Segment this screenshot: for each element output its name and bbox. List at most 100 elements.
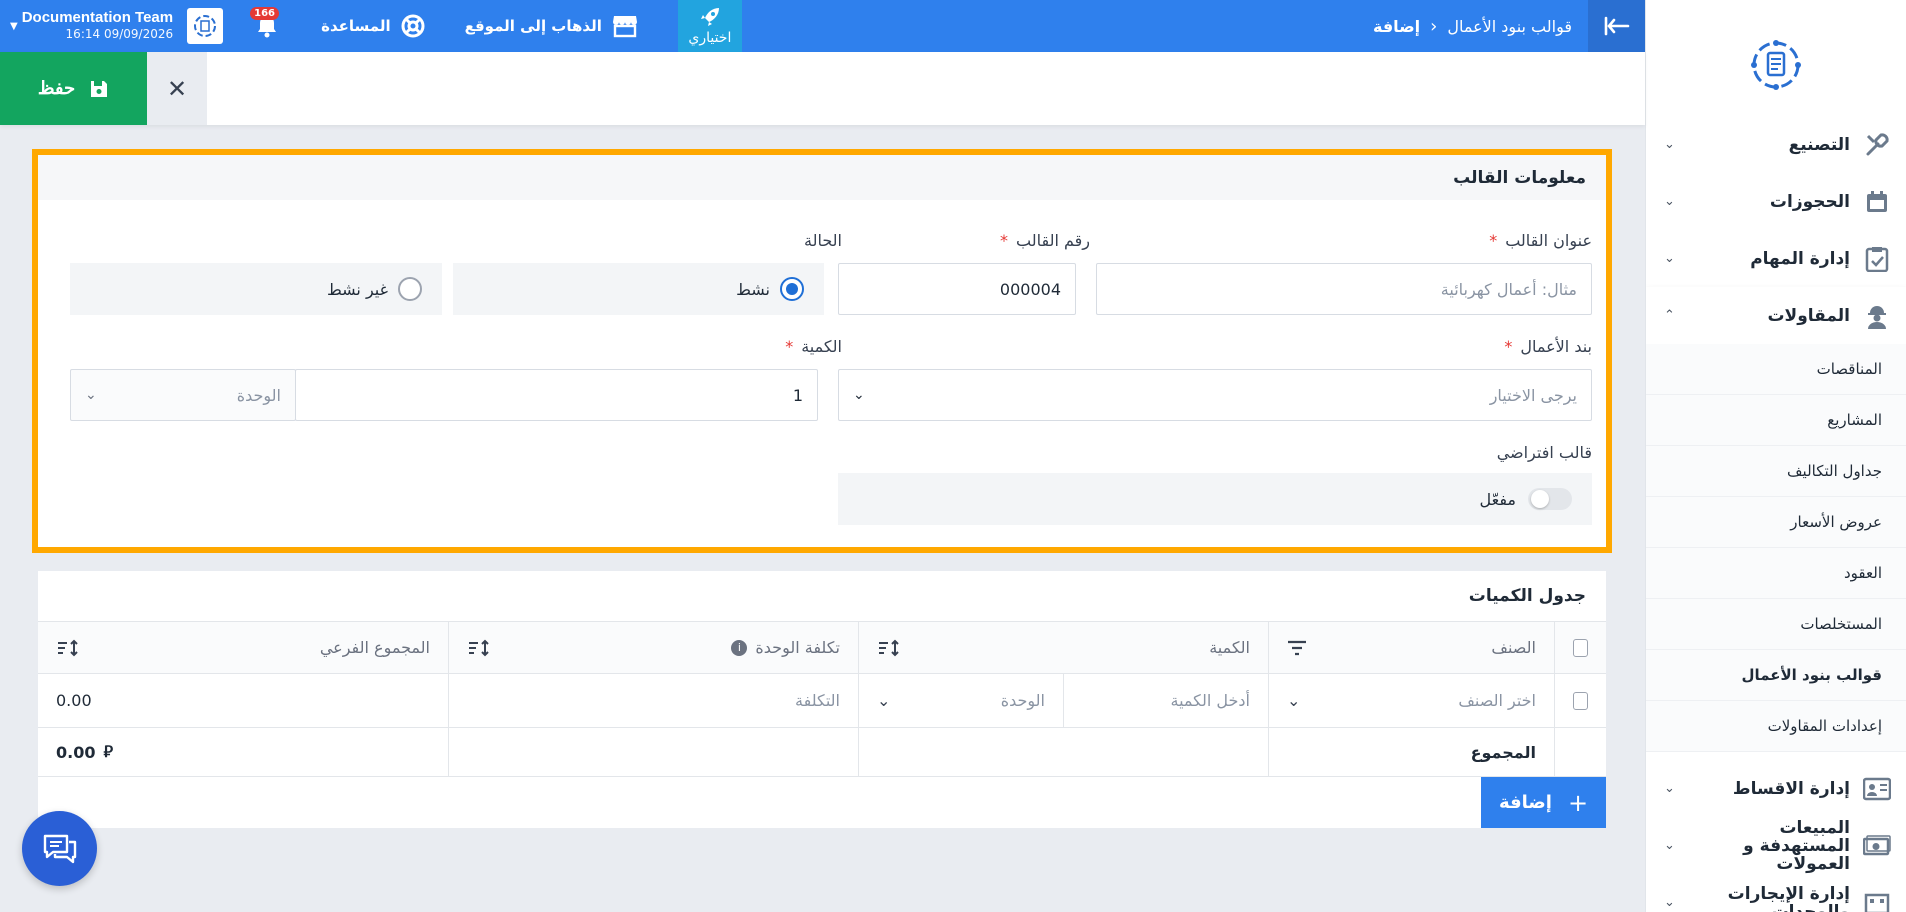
info-icon[interactable]: i [731, 639, 748, 656]
save-button[interactable]: حفظ [0, 52, 147, 125]
floppy-disk-icon [91, 80, 108, 97]
status-inactive-label: غير نشط [326, 279, 388, 299]
row-cost-input[interactable]: التكلفة [448, 674, 858, 727]
quantity-input[interactable]: 1 [295, 369, 818, 421]
filter-icon[interactable] [1287, 640, 1307, 656]
submenu-item-contracts[interactable]: العقود [1646, 548, 1906, 599]
sidebar-item-contracting[interactable]: المقاولات ⌃ [1646, 287, 1906, 344]
work-item-select[interactable]: يرجى الاختيار ⌄ [838, 369, 1592, 421]
row-select-cell [1554, 674, 1606, 727]
unit-select[interactable]: الوحدة ⌄ [70, 369, 296, 421]
total-quantity-cell [858, 728, 1268, 776]
shortcut-button[interactable]: اختياري [677, 0, 742, 52]
chevron-down-icon: ⌄ [1664, 251, 1675, 266]
section-title: معلومات القالب [38, 155, 1606, 200]
collapse-arrow-icon [1604, 16, 1629, 36]
chat-support-button[interactable] [22, 811, 97, 886]
org-logo [187, 8, 224, 44]
quantity-value: 1 [792, 385, 803, 405]
select-all-checkbox[interactable] [1573, 638, 1588, 657]
toggle-switch-icon [1528, 488, 1572, 510]
breadcrumb: قوالب بنود الأعمال ‹ إضافة [1373, 16, 1588, 37]
submenu-item-extracts[interactable]: المستخلصات [1646, 599, 1906, 650]
row-checkbox[interactable] [1573, 691, 1588, 710]
storefront-icon [612, 16, 637, 38]
sidebar-item-sales-targets[interactable]: المبيعات المستهدفة و العمولات ⌄ [1646, 817, 1906, 874]
submenu-item-contracting-settings[interactable]: إعدادات المقاولات [1646, 701, 1906, 752]
help-link[interactable]: المساعدة [321, 14, 425, 38]
breadcrumb-separator-icon: ‹ [1430, 15, 1438, 37]
default-template-toggle[interactable]: مفعّل [838, 473, 1592, 525]
plus-icon: + [1567, 788, 1589, 817]
sidebar-item-label: إدارة الاقساط [1732, 778, 1850, 799]
clipboard-check-icon [1862, 244, 1892, 274]
rocket-icon [700, 8, 719, 26]
user-datetime: 16:14 09/09/2026 [65, 27, 174, 41]
chat-bubble-icon [43, 834, 76, 863]
radio-empty-icon [398, 277, 422, 301]
item-select[interactable]: اختر الصنف ⌄ [1268, 674, 1554, 727]
unit-placeholder: الوحدة [236, 385, 281, 405]
chevron-down-icon: ⌄ [1664, 838, 1675, 853]
total-value: 0.00 [56, 742, 96, 762]
cost-placeholder: التكلفة [795, 691, 840, 710]
submenu-item-quotes[interactable]: عروض الأسعار [1646, 497, 1906, 548]
sidebar-item-rentals[interactable]: إدارة الإيجارات والوحدات ⌄ [1646, 874, 1906, 912]
required-marker: * [1000, 231, 1009, 250]
chevron-down-icon: ⌄ [1664, 895, 1675, 910]
item-placeholder: اختر الصنف [1458, 691, 1536, 710]
total-value-cell: ⃁ 0.00 [38, 728, 448, 776]
row-unit-select[interactable]: الوحدة ⌄ [858, 674, 1063, 727]
template-info-panel: معلومات القالب عنوان القالب * رقم القالب *… [32, 149, 1612, 553]
number-field-label: رقم القالب * [1000, 231, 1090, 250]
user-name: Documentation Team [21, 9, 174, 26]
sidebar-toggle-button[interactable] [1588, 0, 1645, 52]
sidebar-item-installments[interactable]: إدارة الاقساط ⌄ [1646, 760, 1906, 817]
chevron-down-icon: ⌄ [1664, 781, 1675, 796]
calendar-icon [1862, 187, 1892, 217]
breadcrumb-parent-link[interactable]: قوالب بنود الأعمال [1447, 17, 1572, 36]
user-menu[interactable]: ▼ Documentation Team 16:14 09/09/2026 [0, 8, 224, 44]
table-header-row: الصنف الكمية تكلفة الوحدة i المجموع الفر… [38, 621, 1606, 673]
notifications-button[interactable]: 166 [250, 7, 281, 41]
sidebar: التصنيع ⌄ الحجوزات ⌄ إدارة المهام ⌄ المق… [1645, 0, 1906, 912]
submenu-item-tenders[interactable]: المناقصات [1646, 344, 1906, 395]
add-label: إضافة [1498, 792, 1552, 813]
sort-icon[interactable] [467, 639, 489, 657]
status-inactive-option[interactable]: غير نشط [70, 263, 442, 315]
template-title-input[interactable]: مثال: أعمال كهربائية [1096, 263, 1592, 315]
select-all-cell [1554, 622, 1606, 673]
help-label: المساعدة [321, 17, 391, 35]
toggle-label: مفعّل [1479, 489, 1517, 509]
sidebar-item-bookings[interactable]: الحجوزات ⌄ [1646, 173, 1906, 230]
caret-down-icon: ▼ [10, 20, 18, 32]
chevron-up-icon: ⌃ [1664, 308, 1675, 323]
submenu-item-projects[interactable]: المشاريع [1646, 395, 1906, 446]
close-icon: ✕ [166, 74, 188, 103]
tools-icon [1862, 130, 1892, 160]
submenu-item-cost-tables[interactable]: جداول التكاليف [1646, 446, 1906, 497]
add-row-button[interactable]: + إضافة [1481, 777, 1606, 828]
quantity-field-label: الكمية * [785, 337, 842, 356]
money-icon [1862, 831, 1892, 861]
submenu-item-work-templates[interactable]: قوالب بنود الأعمال [1646, 650, 1906, 701]
sort-icon[interactable] [877, 639, 899, 657]
sidebar-item-manufacturing[interactable]: التصنيع ⌄ [1646, 116, 1906, 173]
sort-icon[interactable] [56, 639, 78, 657]
quantities-panel: جدول الكميات الصنف الكمية تكلفة الوحدة i… [38, 571, 1606, 828]
status-active-option[interactable]: نشط [453, 263, 824, 315]
shortcut-label: اختياري [688, 30, 732, 46]
app-logo[interactable] [1646, 0, 1906, 130]
row-quantity-input[interactable]: أدخل الكمية [1063, 674, 1268, 727]
table-total-row: المجموع ⃁ 0.00 [38, 727, 1606, 777]
column-header-subtotal: المجموع الفرعي [38, 622, 448, 673]
close-button[interactable]: ✕ [147, 52, 207, 125]
header-subtotal-label: المجموع الفرعي [319, 638, 430, 657]
org-logo-icon [194, 15, 217, 37]
total-spacer-cell [1554, 728, 1606, 776]
visit-site-link[interactable]: الذهاب إلى الموقع [465, 14, 638, 38]
sidebar-item-tasks[interactable]: إدارة المهام ⌄ [1646, 230, 1906, 287]
required-marker: * [785, 337, 794, 356]
template-number-input[interactable]: 000004 [838, 263, 1076, 315]
work-item-label-text: بند الأعمال [1520, 337, 1592, 356]
